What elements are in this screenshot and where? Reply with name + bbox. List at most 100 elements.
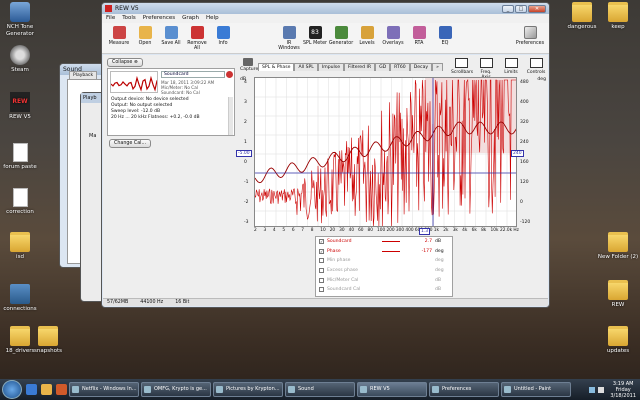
task-rew-v5[interactable]: REW V5 — [357, 382, 427, 397]
remove-all-icon — [190, 26, 204, 39]
spl-phase-graph[interactable] — [254, 77, 517, 227]
legend-line-swatch — [382, 241, 400, 243]
legend-checkbox[interactable] — [319, 287, 324, 293]
desktop-icon-updates[interactable]: updates — [596, 326, 640, 355]
legend-unit: deg — [435, 268, 444, 274]
desktop-icon-steam[interactable]: Steam — [0, 45, 42, 74]
legend-checkbox[interactable] — [319, 258, 324, 264]
tab-more[interactable]: » — [432, 63, 443, 71]
tab-all-spl[interactable]: All SPL — [294, 63, 318, 71]
rew-titlebar[interactable]: REW V5 _ □ ✕ — [102, 3, 549, 14]
task-netflix-windows-in[interactable]: Netflix - Windows In... — [69, 382, 139, 397]
scrollbars-icon — [454, 58, 468, 68]
start-button[interactable] — [2, 380, 22, 399]
remove-all-button[interactable]: Remove All — [184, 25, 210, 51]
graph-canvas[interactable] — [255, 78, 517, 227]
desktop-icon-connections[interactable]: connections — [0, 284, 42, 313]
legend-row-phase[interactable]: ✓ Phase -177 deg — [316, 247, 452, 257]
tab-rt60[interactable]: RT60 — [390, 63, 410, 71]
media-player-icon[interactable] — [56, 384, 67, 395]
capture-button[interactable]: Capture — [240, 58, 258, 72]
legend-row-mic-meter-cal[interactable]: Mic/Meter Cal dB — [316, 275, 452, 285]
ir-windows-label: IR Windows — [278, 41, 300, 51]
rta-button[interactable]: RTA — [406, 25, 432, 51]
spl-meter-button[interactable]: 83 SPL Meter — [302, 25, 328, 51]
right-tick-label: -120 — [520, 220, 531, 225]
task-untitled-paint[interactable]: Untitled - Paint — [501, 382, 571, 397]
task-preferences[interactable]: Preferences — [429, 382, 499, 397]
menu-preferences[interactable]: Preferences — [143, 15, 175, 22]
x-tick-label: 6 — [291, 228, 295, 233]
legend-row-soundcard[interactable]: ✓ Soundcard 2.7 dB — [316, 237, 452, 247]
legend-checkbox[interactable] — [319, 268, 324, 274]
cursor-left-readout: -5.00 — [236, 150, 252, 157]
desktop-icon-isd[interactable]: isd — [0, 232, 42, 261]
desktop-icon-nch-tone-generator[interactable]: NCH Tone Generator — [0, 2, 42, 38]
desktop-icon-keep[interactable]: keep — [596, 2, 640, 31]
tab-gd[interactable]: GD — [375, 63, 391, 71]
explorer-icon[interactable] — [41, 384, 52, 395]
menu-tools[interactable]: Tools — [122, 15, 136, 22]
levels-button[interactable]: Levels — [354, 25, 380, 51]
desktop-icon-label: REW V5 — [9, 114, 31, 120]
folder-icon — [608, 326, 628, 346]
legend-unit: deg — [435, 258, 444, 264]
legend-row-soundcard-cal[interactable]: Soundcard Cal dB — [316, 285, 452, 295]
tab-impulse[interactable]: Impulse — [317, 63, 345, 71]
tab-decay[interactable]: Decay — [409, 63, 433, 71]
measurement-name-field[interactable]: Soundcard — [161, 71, 225, 78]
overlays-button[interactable]: Overlays — [380, 25, 406, 51]
menu-bar: File Tools Preferences Graph Help — [102, 14, 549, 23]
x-tick-label: 80 — [367, 228, 373, 233]
legend-row-min-phase[interactable]: Min phase deg — [316, 256, 452, 266]
measurement-entry[interactable]: Soundcard Mar 18, 2011 3:09:22 AM Mic/Me… — [107, 68, 235, 136]
desktop-icon-new-folder-2[interactable]: New Folder (2) — [596, 232, 640, 261]
menu-file[interactable]: File — [106, 15, 115, 22]
maximize-button[interactable]: □ — [515, 4, 527, 13]
ie-icon[interactable] — [26, 384, 37, 395]
rew-window[interactable]: REW V5 _ □ ✕ File Tools Preferences Graph He… — [101, 2, 550, 308]
tab-playback[interactable]: Playback — [69, 71, 98, 79]
legend-line-swatch — [382, 260, 400, 261]
task-omfg-krypto-is-ge[interactable]: OMFG, Krypto is ge... — [141, 382, 211, 397]
preferences-button[interactable]: Preferences — [515, 25, 545, 51]
desktop-icon-label: updates — [606, 348, 630, 354]
info-scrollbar[interactable] — [228, 97, 233, 135]
desktop-icon-forum-paste[interactable]: forum paste — [0, 143, 42, 171]
eq-button[interactable]: EQ — [432, 25, 458, 51]
tab-filtered-ir[interactable]: Filtered IR — [344, 63, 376, 71]
menu-graph[interactable]: Graph — [182, 15, 199, 22]
legend-checkbox[interactable] — [319, 277, 324, 283]
measure-button[interactable]: Measure — [106, 25, 132, 51]
network-icon[interactable] — [589, 386, 596, 393]
collapse-button[interactable]: Collapse ⊗ — [107, 58, 143, 67]
ir-windows-button[interactable]: IR Windows — [276, 25, 302, 51]
task-pictures-by-krypton[interactable]: Pictures by Krypton... — [213, 382, 283, 397]
generator-button[interactable]: Generator — [328, 25, 354, 51]
desktop-icon-rew-v5[interactable]: REW REW V5 — [0, 92, 42, 121]
task-sound[interactable]: Sound — [285, 382, 355, 397]
doc-icon — [12, 188, 28, 207]
change-cal-button[interactable]: Change Cal... — [109, 139, 152, 148]
volume-icon[interactable] — [598, 386, 605, 393]
menu-help[interactable]: Help — [206, 15, 219, 22]
legend-row-excess-phase[interactable]: Excess phase deg — [316, 266, 452, 276]
desktop-icon-rew[interactable]: REW — [596, 280, 640, 309]
close-button[interactable]: ✕ — [528, 4, 546, 13]
folder-icon — [608, 2, 628, 22]
x-tick-label: 100 — [377, 228, 386, 233]
legend-checkbox[interactable]: ✓ — [319, 239, 324, 245]
desktop-icon-correction[interactable]: correction — [0, 188, 42, 216]
minimize-button[interactable]: _ — [502, 4, 514, 13]
desktop-icon-snapshots[interactable]: snapshots — [26, 326, 70, 355]
open-button[interactable]: Open — [132, 25, 158, 51]
tab-spl-phase[interactable]: SPL & Phase — [258, 63, 295, 71]
clock[interactable]: 3:19 AM Friday 3/18/2011 — [610, 381, 636, 399]
info-button[interactable]: Info — [210, 25, 236, 51]
x-tick-label: 5 — [282, 228, 286, 233]
legend-checkbox[interactable]: ✓ — [319, 248, 324, 254]
delete-measurement-icon[interactable] — [226, 71, 233, 78]
status-item: 16 Bit — [175, 300, 190, 305]
rew-app-icon — [105, 5, 112, 12]
save-all-button[interactable]: Save All — [158, 25, 184, 51]
